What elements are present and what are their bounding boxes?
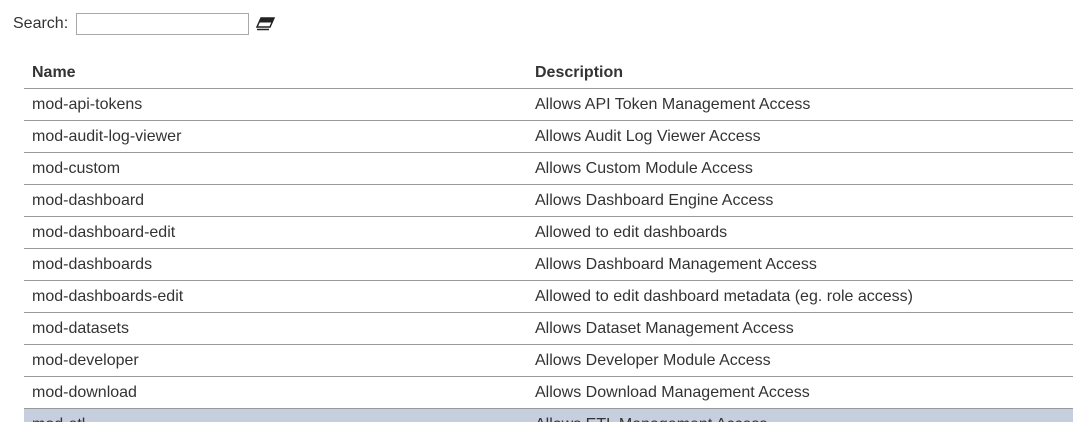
cell-name: mod-etl xyxy=(24,408,527,422)
cell-name: mod-developer xyxy=(24,344,527,377)
table-row[interactable]: mod-dashboard-edit Allowed to edit dashbo… xyxy=(24,216,1073,249)
search-bar: Search: xyxy=(13,13,277,35)
table-row[interactable]: mod-developer Allows Developer Module Acc… xyxy=(24,344,1073,377)
cell-name: mod-datasets xyxy=(24,312,527,345)
cell-description: Allows Audit Log Viewer Access xyxy=(527,120,1073,153)
cell-description: Allows ETL Management Access xyxy=(527,408,1073,422)
permissions-table: Name Description mod-api-tokens Allows AP… xyxy=(24,57,1073,422)
cell-description: Allows Dataset Management Access xyxy=(527,312,1073,345)
table-row[interactable]: mod-audit-log-viewer Allows Audit Log Vie… xyxy=(24,120,1073,153)
cell-name: mod-download xyxy=(24,376,527,409)
cell-description: Allowed to edit dashboard metadata (eg. … xyxy=(527,280,1073,313)
cell-name: mod-audit-log-viewer xyxy=(24,120,527,153)
cell-name: mod-dashboard xyxy=(24,184,527,217)
table-row[interactable]: mod-dashboards-edit Allowed to edit dashb… xyxy=(24,280,1073,313)
table-row[interactable]: mod-dashboards Allows Dashboard Managemen… xyxy=(24,248,1073,281)
page: Search: Name Description mod-api-tokens A… xyxy=(0,0,1073,422)
permissions-table-container: Name Description mod-api-tokens Allows AP… xyxy=(24,57,1073,422)
search-label: Search: xyxy=(13,15,69,32)
cell-description: Allowed to edit dashboards xyxy=(527,216,1073,249)
table-row[interactable]: mod-dashboard Allows Dashboard Engine Acc… xyxy=(24,184,1073,217)
column-header-description[interactable]: Description xyxy=(527,57,1073,89)
table-row[interactable]: mod-datasets Allows Dataset Management Ac… xyxy=(24,312,1073,345)
cell-description: Allows Dashboard Management Access xyxy=(527,248,1073,281)
cell-description: Allows API Token Management Access xyxy=(527,88,1073,121)
table-row[interactable]: mod-custom Allows Custom Module Access xyxy=(24,152,1073,185)
table-row[interactable]: mod-download Allows Download Management A… xyxy=(24,376,1073,409)
cell-name: mod-api-tokens xyxy=(24,88,527,121)
cell-name: mod-dashboards-edit xyxy=(24,280,527,313)
table-row[interactable]: mod-etlAllows ETL Management Access xyxy=(24,408,1073,422)
table-body: mod-api-tokens Allows API Token Managemen… xyxy=(24,88,1073,422)
eraser-icon[interactable] xyxy=(255,13,277,35)
cell-name: mod-dashboard-edit xyxy=(24,216,527,249)
column-header-name[interactable]: Name xyxy=(24,57,527,89)
cell-description: Allows Download Management Access xyxy=(527,376,1073,409)
cell-description: Allows Developer Module Access xyxy=(527,344,1073,377)
table-header-row: Name Description xyxy=(24,57,1073,89)
table-row[interactable]: mod-api-tokens Allows API Token Managemen… xyxy=(24,88,1073,121)
cell-name: mod-custom xyxy=(24,152,527,185)
search-input[interactable] xyxy=(76,13,250,35)
cell-name: mod-dashboards xyxy=(24,248,527,281)
cell-description: Allows Custom Module Access xyxy=(527,152,1073,185)
cell-description: Allows Dashboard Engine Access xyxy=(527,184,1073,217)
